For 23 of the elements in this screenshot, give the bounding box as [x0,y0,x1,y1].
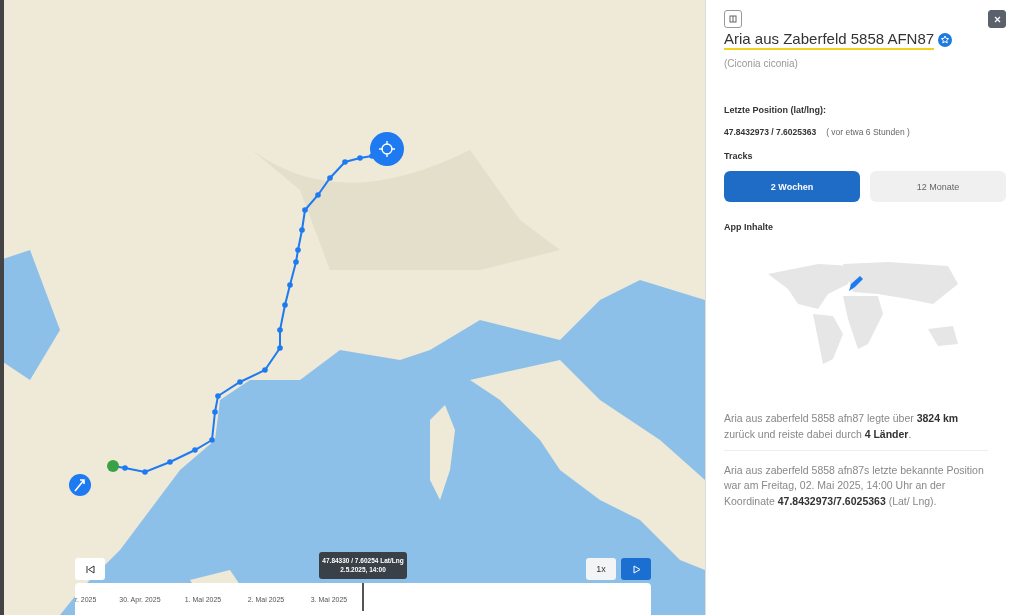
panel-icon [729,15,737,23]
last-position: 47.8432973 / 7.6025363 [724,127,817,137]
sidebar-toggle-button[interactable] [724,10,742,28]
star-badge-icon[interactable] [938,33,953,47]
position-age: ( vor etwa 6 Stunden ) [826,127,910,137]
play-icon [631,564,641,574]
last-known-position-text: Aria aus zaberfeld 5858 afn87s letzte bekannte Position war am Freitag, 02. Mai 2025, 14:00 Uhr an der Koordinate 47.8432973/7.6025363 (Lat/ Lng). [724,462,985,509]
close-icon [993,15,1001,23]
section-label: Letzte Position (lat/lng): [724,105,827,115]
start-marker [107,460,119,472]
track-range-button[interactable]: 2 Wochen [724,171,860,202]
current-location-marker[interactable] [370,132,404,166]
animal-title: Aria aus Zaberfeld 5858 AFN87 [724,30,935,50]
section-label: Tracks [724,151,754,161]
scientific-name: (Ciconia ciconia) [724,58,799,69]
skip-to-start-button[interactable] [75,558,105,580]
travel-summary: Aria aus zaberfeld 5858 afn87 legte über 3824 km zurück und reiste dabei durch 4 Länder. [724,411,960,442]
speed-button[interactable]: 1x [586,558,616,580]
skip-back-icon [85,564,95,574]
play-button[interactable] [621,558,651,580]
section-label: App Inhalte [724,222,774,232]
close-button[interactable] [988,10,1006,28]
track-range-button[interactable]: 12 Monate [870,171,1006,202]
